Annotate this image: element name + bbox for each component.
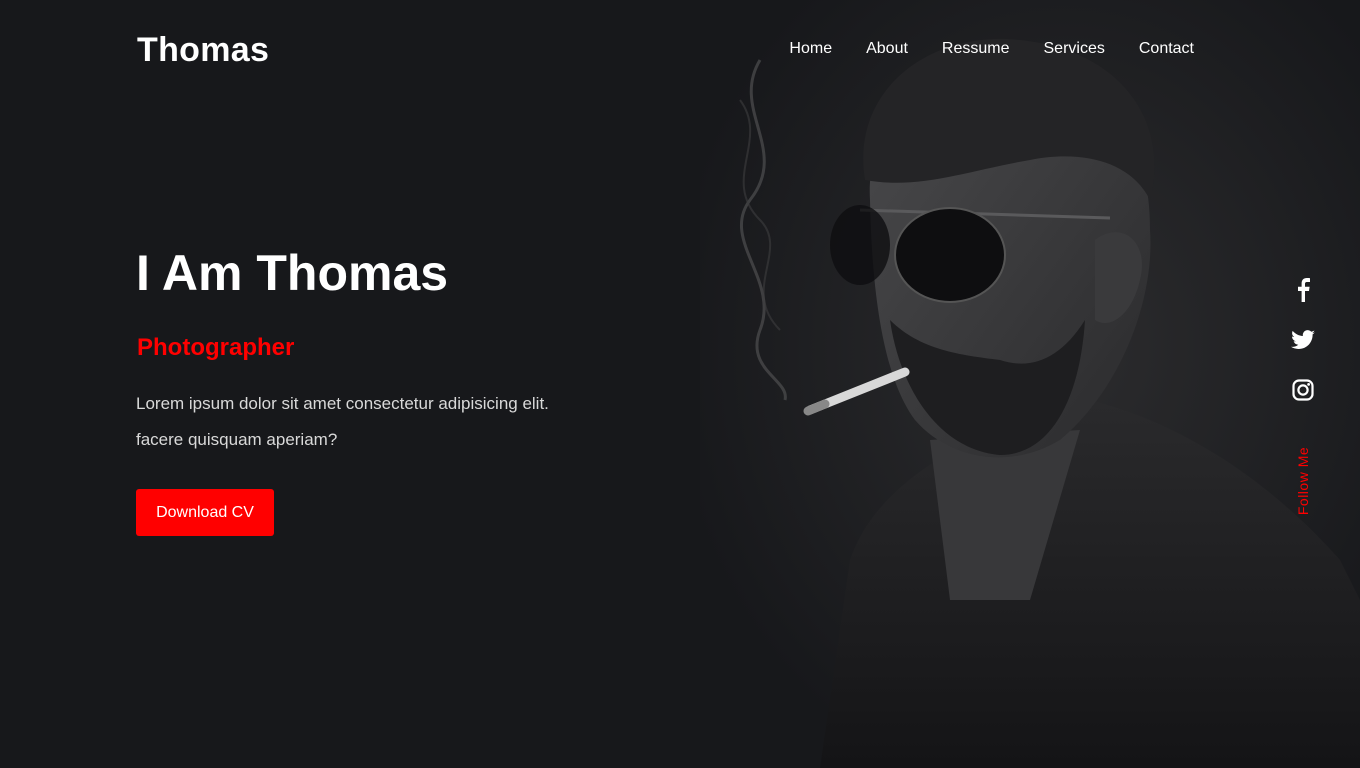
twitter-icon[interactable] xyxy=(1290,327,1316,353)
hero-title: I Am Thomas xyxy=(136,245,449,301)
nav-about[interactable]: About xyxy=(866,40,908,58)
main-nav: Home About Ressume Services Contact xyxy=(789,40,1194,58)
facebook-icon[interactable] xyxy=(1290,277,1316,303)
hero-subtitle: Photographer xyxy=(137,334,295,361)
portrait-photo xyxy=(700,0,1360,768)
social-links xyxy=(1288,277,1318,403)
download-cv-button[interactable]: Download CV xyxy=(136,489,274,536)
hero-text-line-2: facere quisquam aperiam? xyxy=(136,430,338,449)
instagram-icon[interactable] xyxy=(1290,377,1316,403)
nav-resume[interactable]: Ressume xyxy=(942,40,1010,58)
nav-contact[interactable]: Contact xyxy=(1139,40,1194,58)
page: Thomas Home About Ressume Services Conta… xyxy=(0,0,1360,768)
follow-me-label: Follow Me xyxy=(1295,446,1311,516)
site-logo[interactable]: Thomas xyxy=(137,31,269,70)
nav-services[interactable]: Services xyxy=(1044,40,1105,58)
hero-text-line-1: Lorem ipsum dolor sit amet consectetur a… xyxy=(136,394,549,413)
hero-description: Lorem ipsum dolor sit amet consectetur a… xyxy=(136,386,656,458)
nav-home[interactable]: Home xyxy=(789,40,832,58)
